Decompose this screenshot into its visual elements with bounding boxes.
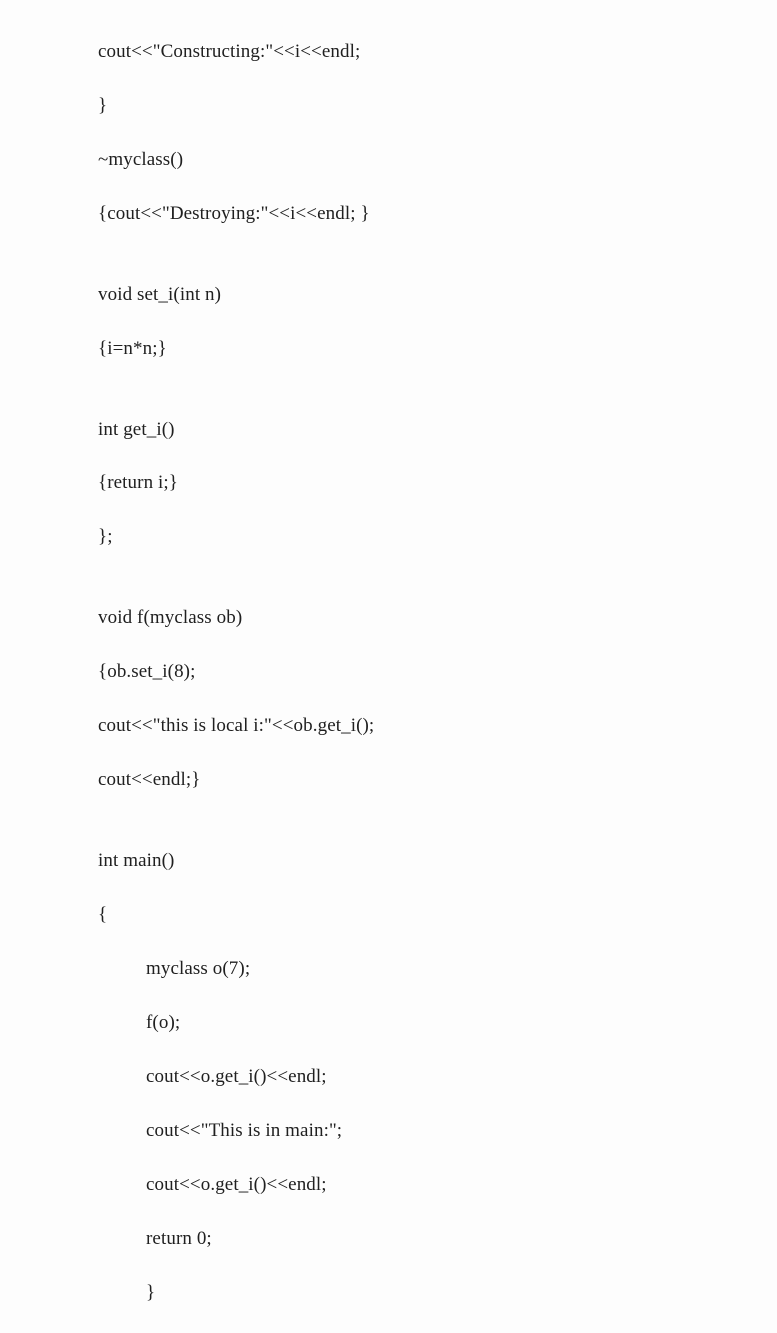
code-line: void f(myclass ob)	[98, 605, 777, 632]
code-line: }	[98, 1280, 777, 1307]
code-line: return 0;	[98, 1226, 777, 1253]
code-line: cout<<"This is in main:";	[98, 1118, 777, 1145]
code-line: {cout<<"Destroying:"<<i<<endl; }	[98, 201, 777, 228]
code-line: };	[98, 524, 777, 551]
code-line: void set_i(int n)	[98, 282, 777, 309]
code-line: cout<<endl;}	[98, 767, 777, 794]
code-line: myclass o(7);	[98, 956, 777, 983]
code-listing: cout<<"Constructing:"<<i<<endl; } ~mycla…	[98, 12, 777, 1333]
code-line: cout<<"this is local i:"<<ob.get_i();	[98, 713, 777, 740]
code-line: }	[98, 93, 777, 120]
code-line: {ob.set_i(8);	[98, 659, 777, 686]
code-line: cout<<o.get_i()<<endl;	[98, 1172, 777, 1199]
code-line: {i=n*n;}	[98, 336, 777, 363]
code-line: int main()	[98, 848, 777, 875]
code-line: cout<<o.get_i()<<endl;	[98, 1064, 777, 1091]
code-line: ~myclass()	[98, 147, 777, 174]
code-line: cout<<"Constructing:"<<i<<endl;	[98, 39, 777, 66]
code-line: {return i;}	[98, 470, 777, 497]
code-line: f(o);	[98, 1010, 777, 1037]
code-line: int get_i()	[98, 417, 777, 444]
code-line: {	[98, 902, 777, 929]
